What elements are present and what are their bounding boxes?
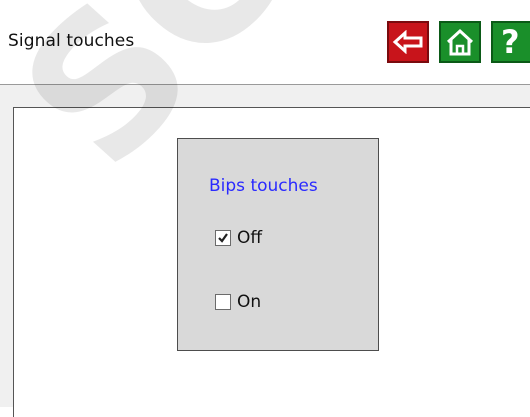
off-checkbox[interactable] (215, 230, 231, 246)
option-off[interactable]: Off (215, 228, 262, 248)
option-on[interactable]: On (215, 292, 261, 312)
home-icon (446, 28, 474, 56)
home-button[interactable] (439, 21, 481, 63)
back-button[interactable] (387, 21, 429, 63)
on-label: On (237, 292, 262, 312)
arrow-left-icon (392, 30, 423, 54)
header-bar: Signal touches ? (0, 0, 530, 84)
off-label: Off (237, 228, 263, 248)
group-title: Bips touches (209, 176, 318, 196)
on-checkbox[interactable] (215, 294, 231, 310)
bips-touches-group: Bips touches Off On (177, 138, 379, 351)
checkmark-icon (218, 233, 228, 243)
help-button[interactable]: ? (491, 21, 530, 63)
page-title: Signal touches (8, 31, 135, 51)
